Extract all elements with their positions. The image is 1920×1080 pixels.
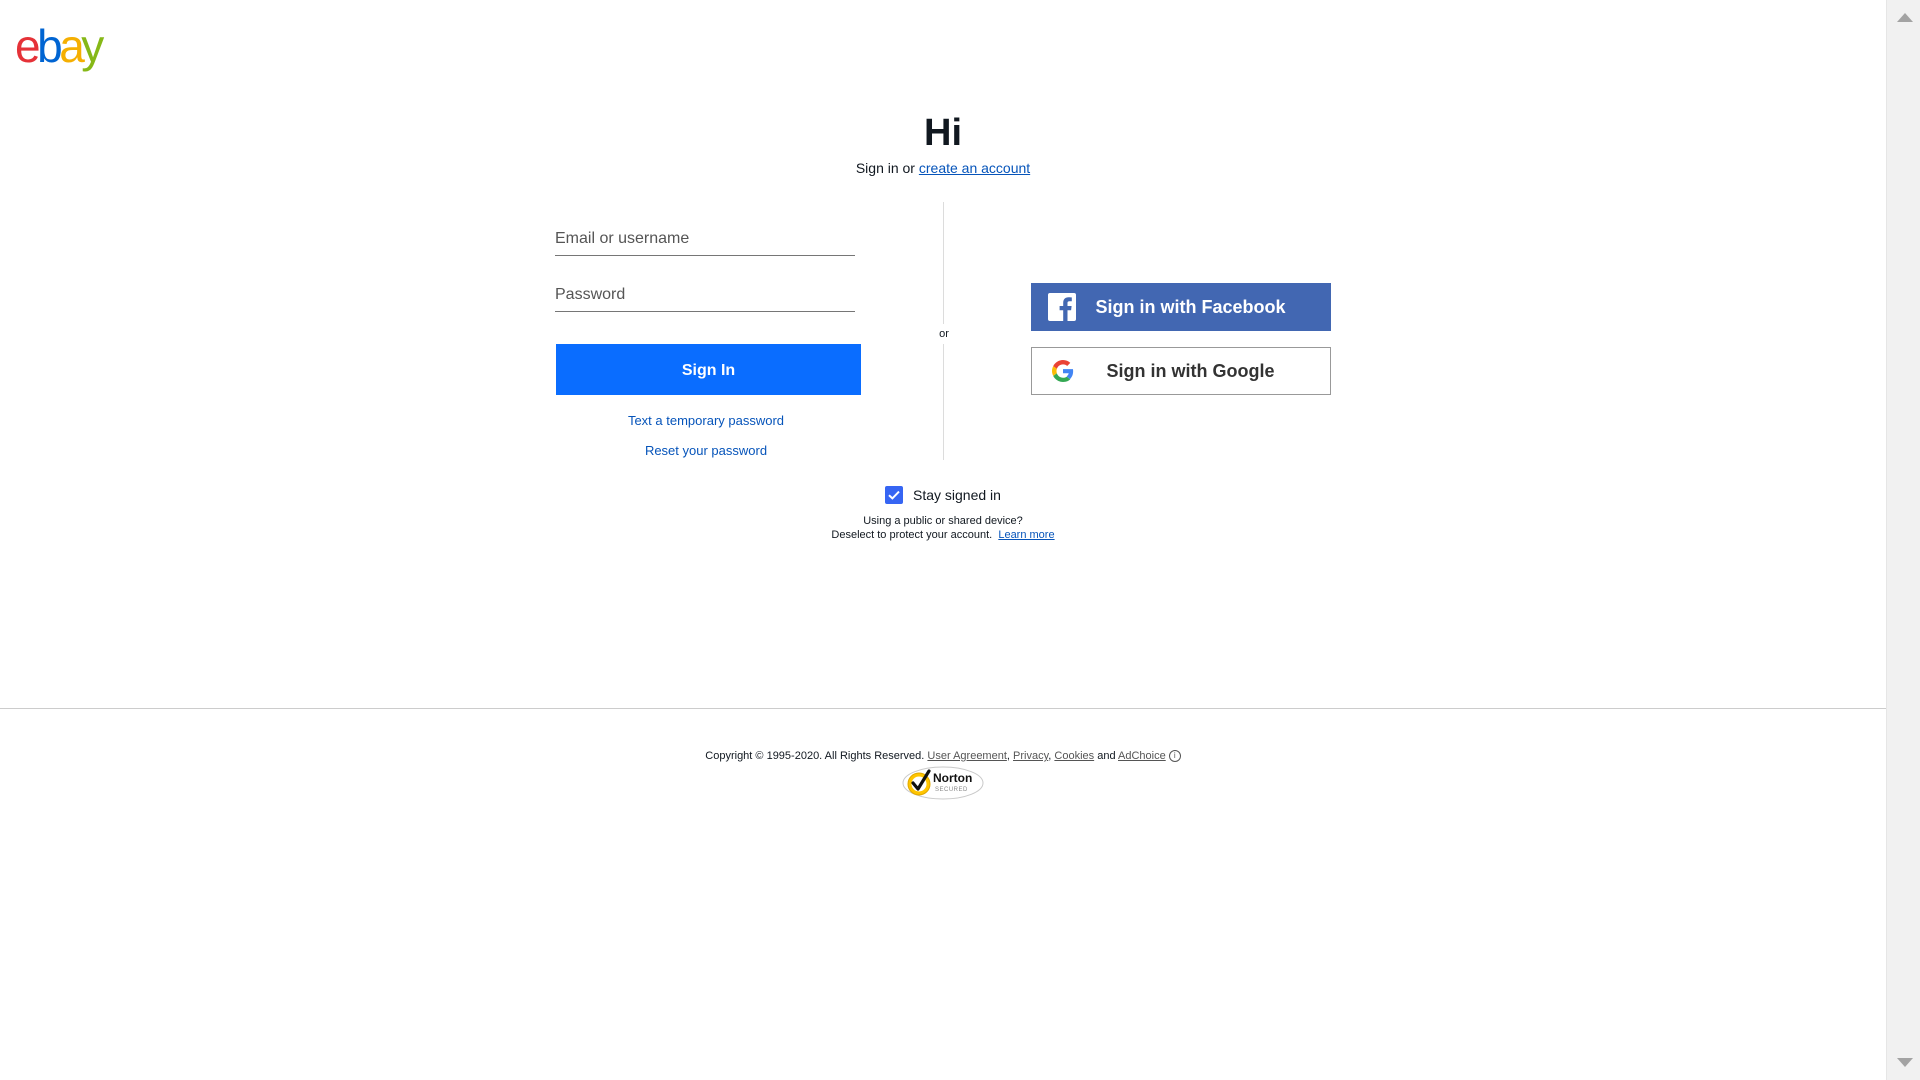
stay-signed-in-note: Using a public or shared device? Deselec… [0,514,1886,542]
norton-sub-text: SECURED [935,787,968,793]
facebook-signin-label: Sign in with Facebook [1095,296,1286,317]
create-account-link[interactable]: create an account [919,160,1030,176]
reset-password-link[interactable]: Reset your password [556,442,856,460]
google-icon [1049,357,1077,385]
copyright-text: Copyright © 1995-2020. All Rights Reserv… [705,750,925,762]
google-signin-button[interactable]: Sign in with Google [1031,347,1331,395]
temp-password-link[interactable]: Text a temporary password [556,412,856,430]
scroll-up-arrow-icon[interactable] [1897,13,1913,22]
signin-page: e b a y Hi Sign in or create an account … [0,0,1886,1080]
facebook-signin-button[interactable]: Sign in with Facebook [1031,283,1331,331]
adchoice-link[interactable]: AdChoice [1118,750,1166,762]
signin-subtitle: Sign in or create an account [0,158,1886,178]
logo-letter-e: e [15,20,41,72]
check-icon [888,490,900,500]
password-input[interactable] [555,278,855,311]
stay-signed-in-label: Stay signed in [913,487,1001,503]
logo-letter-b: b [37,20,63,72]
logo-letter-y: y [81,20,104,72]
user-agreement-link[interactable]: User Agreement [927,750,1006,762]
norton-logo-icon: Norton SECURED [902,766,984,800]
footer-divider [0,708,1886,709]
vertical-scrollbar[interactable] [1886,0,1920,1080]
privacy-link[interactable]: Privacy [1013,750,1048,762]
stay-note-line1: Using a public or shared device? [863,515,1023,527]
password-field [555,278,855,312]
divider-or-label: or [936,324,952,344]
google-signin-label: Sign in with Google [1106,360,1275,381]
and-text: and [1097,750,1116,762]
adchoice-info-icon[interactable]: i [1168,750,1181,763]
page-title: Hi [924,112,962,154]
stay-note-line2: Deselect to protect your account. Learn … [0,528,1886,542]
scroll-down-arrow-icon[interactable] [1897,1058,1913,1067]
stay-note-line2-text: Deselect to protect your account. [831,529,993,541]
learn-more-link[interactable]: Learn more [998,529,1054,541]
signin-button[interactable]: Sign In [556,344,861,395]
footer-copyright: Copyright © 1995-2020. All Rights Reserv… [0,749,1886,763]
stay-signed-in: Stay signed in [885,485,1001,505]
browser-viewport: e b a y Hi Sign in or create an account … [0,0,1920,1080]
norton-secured-badge[interactable]: Norton SECURED [902,766,984,800]
subtitle-prefix: Sign in or [855,160,915,176]
norton-text: Norton [933,771,972,785]
cookies-link[interactable]: Cookies [1054,750,1094,762]
email-input[interactable] [555,222,855,255]
facebook-icon [1048,293,1076,321]
stay-signed-in-checkbox[interactable] [885,486,903,504]
email-field [555,222,855,256]
ebay-logo[interactable]: e b a y [15,16,104,76]
logo-letter-a: a [59,20,85,72]
